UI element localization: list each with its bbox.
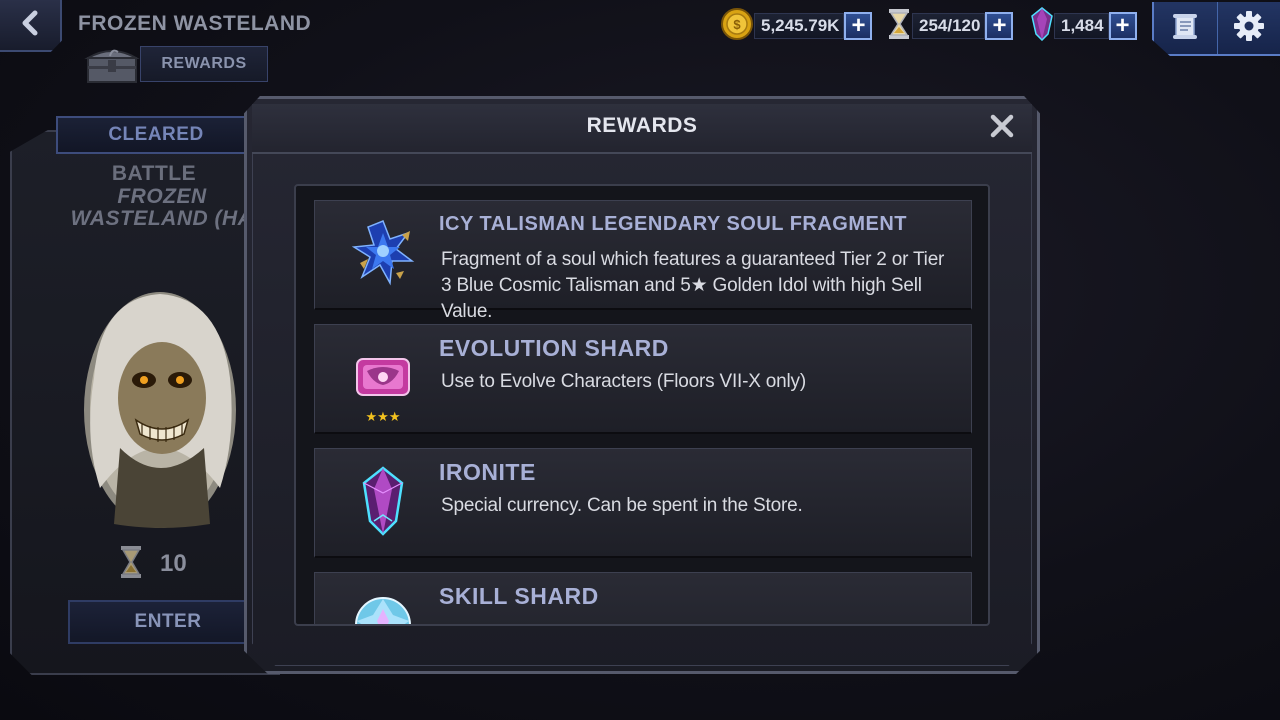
treasure-chest-icon <box>84 44 140 84</box>
hourglass-icon <box>118 544 144 585</box>
reward-name: SKILL SHARD <box>439 583 599 609</box>
quest-log-button[interactable] <box>1154 2 1218 54</box>
reward-item[interactable]: SKILL SHARD <box>314 572 972 624</box>
evolution-shard-icon <box>345 339 421 415</box>
modal-title: REWARDS <box>586 114 698 137</box>
page-title: FROZEN WASTELAND <box>78 12 312 35</box>
reward-description: Special currency. Can be spent in the St… <box>441 495 803 516</box>
energy-cost-row: 10 <box>118 544 187 584</box>
rewards-tab[interactable]: REWARDS <box>84 44 268 84</box>
energy-currency: 254/120 + <box>886 7 1014 46</box>
gear-icon <box>1233 10 1265 47</box>
gold-coin-icon: $ <box>720 7 754 46</box>
ironite-crystal-icon <box>345 463 421 539</box>
reward-description: Use to Evolve Characters (Floors VII-X o… <box>441 371 806 392</box>
gold-currency: $ 5,245.79K + <box>720 7 873 46</box>
svg-text:$: $ <box>733 17 741 32</box>
hourglass-icon <box>886 7 912 46</box>
reward-item[interactable]: IRONITE Special currency. Can be spent i… <box>314 448 972 558</box>
scroll-icon <box>1170 11 1200 46</box>
energy-value: 254/120 <box>912 13 986 39</box>
rarity-stars: ★★★ <box>365 409 401 424</box>
reward-item[interactable]: ICY TALISMAN LEGENDARY SOUL FRAGMENT Fra… <box>314 200 972 322</box>
reward-name: EVOLUTION SHARD <box>439 335 669 361</box>
back-button[interactable] <box>0 0 62 52</box>
rewards-tab-label: REWARDS <box>140 46 268 82</box>
boss-portrait <box>80 288 250 532</box>
reward-name: IRONITE <box>439 459 536 485</box>
ironite-value: 1,484 <box>1054 13 1109 39</box>
ironite-crystal-icon <box>1030 6 1054 46</box>
ironite-currency: 1,484 + <box>1030 6 1137 46</box>
top-right-menu <box>1152 2 1280 56</box>
settings-button[interactable] <box>1218 2 1280 54</box>
add-energy-button[interactable]: + <box>985 12 1014 40</box>
close-button[interactable] <box>984 110 1020 146</box>
reward-item[interactable]: ★★★ EVOLUTION SHARD Use to Evolve Charac… <box>314 324 972 434</box>
enter-button[interactable]: ENTER <box>68 600 268 644</box>
chevron-left-icon <box>19 10 41 41</box>
cleared-badge: CLEARED <box>56 116 256 154</box>
rewards-list[interactable]: ICY TALISMAN LEGENDARY SOUL FRAGMENT Fra… <box>294 184 990 626</box>
reward-name: ICY TALISMAN LEGENDARY SOUL FRAGMENT <box>439 213 908 235</box>
soul-fragment-icon <box>345 215 421 291</box>
energy-cost: 10 <box>160 550 187 577</box>
skill-shard-icon <box>345 587 421 624</box>
gold-value: 5,245.79K <box>754 13 845 39</box>
add-gold-button[interactable]: + <box>844 12 873 40</box>
close-icon <box>989 113 1015 144</box>
reward-description: Fragment of a soul which features a guar… <box>441 249 945 322</box>
add-ironite-button[interactable]: + <box>1108 12 1137 40</box>
